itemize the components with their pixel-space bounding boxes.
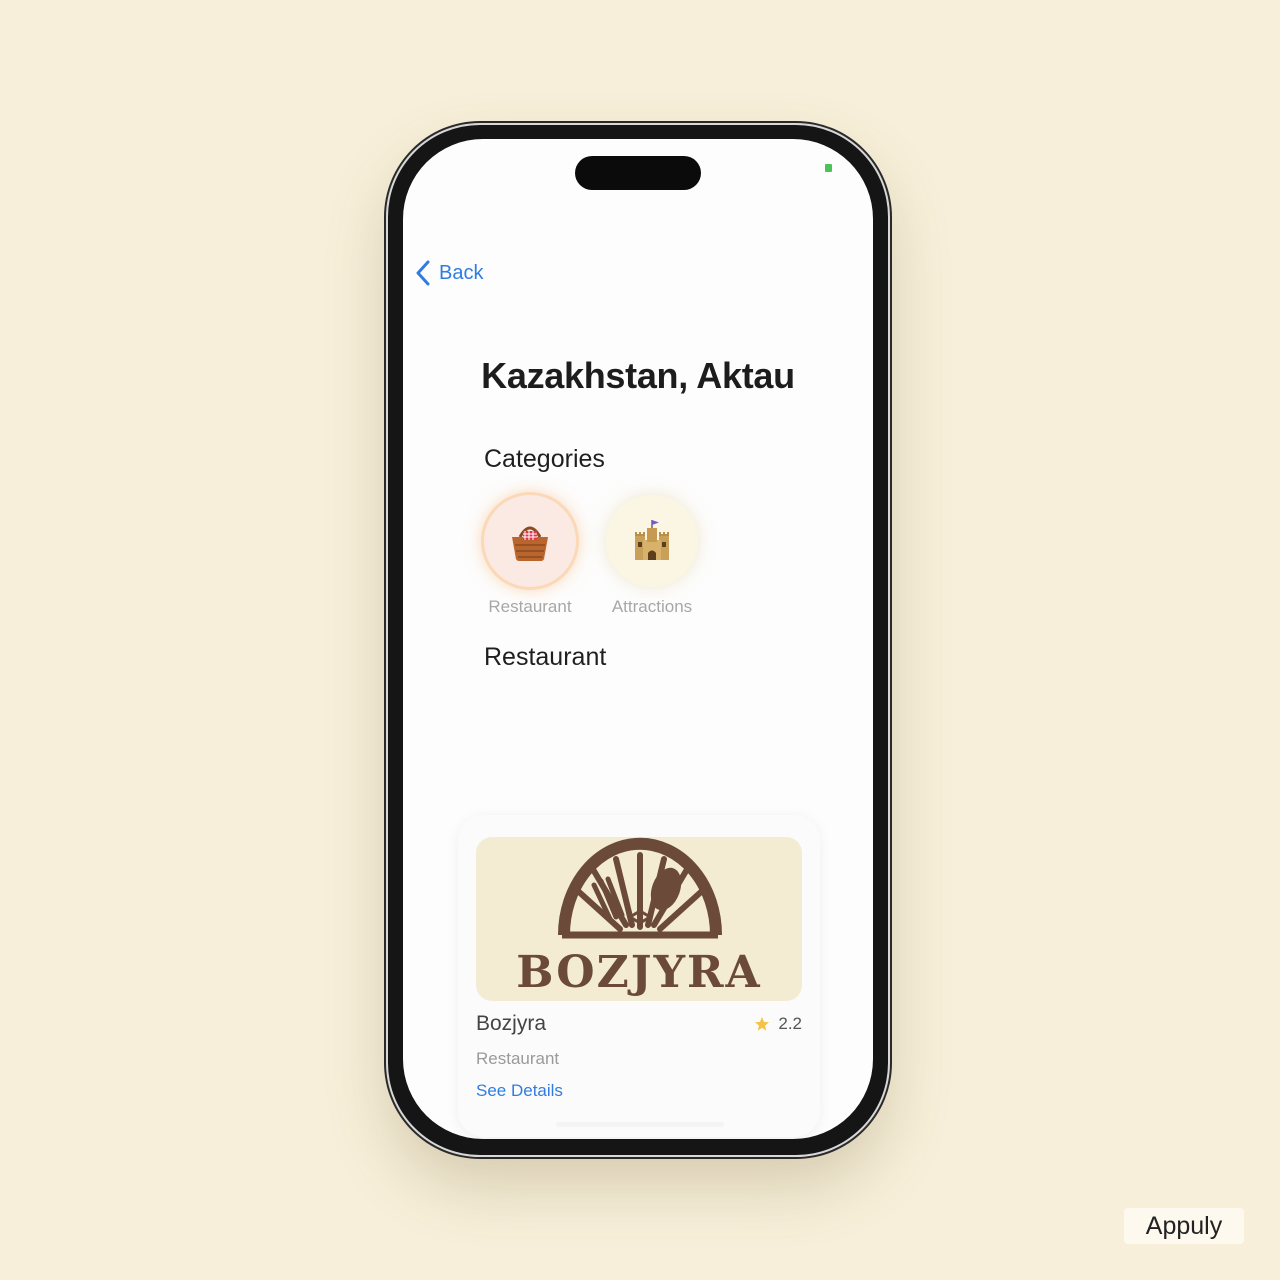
categories-heading: Categories	[484, 445, 605, 473]
watermark: Appuly	[1124, 1208, 1244, 1244]
rating-value: 2.2	[778, 1014, 802, 1033]
back-button[interactable]: Back	[415, 260, 483, 286]
rating: 2.2	[754, 1014, 802, 1034]
restaurant-name: Bozjyra	[476, 1012, 547, 1035]
battery-icon	[825, 164, 832, 172]
restaurant-logo-image: BOZJYRA	[476, 837, 802, 1001]
category-circle	[606, 495, 698, 587]
see-details-link[interactable]: See Details	[476, 1081, 563, 1101]
results-heading: Restaurant	[484, 643, 607, 671]
dynamic-island	[575, 156, 701, 190]
category-label: Restaurant	[488, 597, 572, 616]
page-title: Kazakhstan, Aktau	[481, 355, 795, 396]
bozjyra-logo: BOZJYRA	[516, 837, 761, 998]
category-label: Attractions	[611, 597, 693, 616]
logo-text: BOZJYRA	[516, 947, 761, 998]
phone-frame: Back Kazakhstan, Aktau Categories Restau…	[388, 125, 888, 1155]
home-indicator	[556, 1122, 724, 1127]
chevron-left-icon	[416, 260, 430, 286]
star-icon	[755, 1017, 770, 1031]
restaurant-card[interactable]: BOZJYRA Bozjyra 2.2 Restaurant See Detai…	[458, 815, 820, 1137]
category-restaurant[interactable]: Restaurant	[480, 495, 580, 617]
picnic-basket-icon	[512, 526, 548, 561]
back-label: Back	[439, 261, 484, 284]
app-screen: Back Kazakhstan, Aktau Categories Restau…	[403, 139, 873, 1139]
castle-icon	[635, 520, 669, 560]
category-attractions[interactable]: Attractions	[602, 495, 702, 617]
restaurant-category: Restaurant	[476, 1049, 560, 1068]
category-circle	[484, 495, 576, 587]
